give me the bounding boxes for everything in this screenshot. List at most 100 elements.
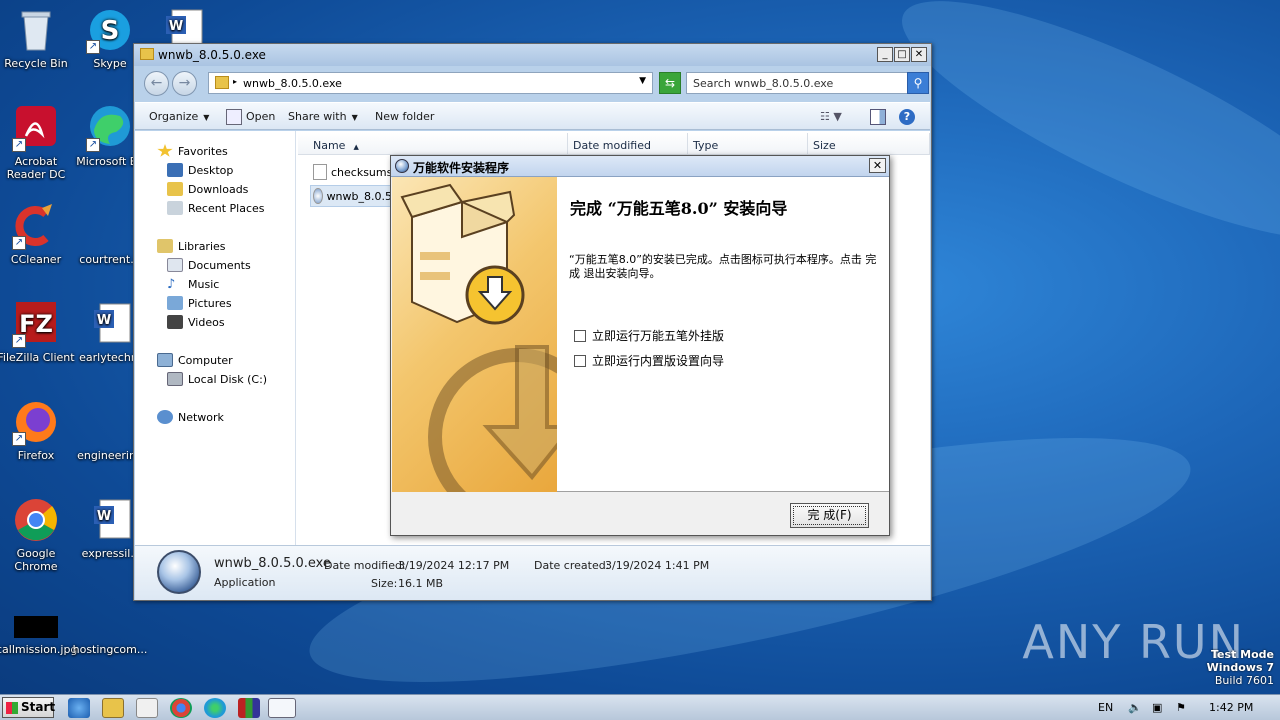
details-created-label: Date created: (534, 559, 610, 572)
refresh-button[interactable]: ⇆ (659, 72, 681, 94)
recent-places-icon (167, 201, 183, 215)
nav-label: Desktop (188, 163, 234, 177)
nav-item-recent-places[interactable]: Recent Places (167, 201, 265, 215)
firefox-icon: ↗ (12, 398, 60, 446)
desktop-icon-firefox[interactable]: ↗ Firefox (0, 398, 76, 462)
checkbox-box[interactable] (574, 329, 586, 342)
organize-label: Organize (149, 110, 199, 123)
checkbox-label: 立即运行内置版设置向导 (592, 354, 725, 368)
box-download-icon (400, 183, 557, 492)
nav-item-local-disk[interactable]: Local Disk (C:) (167, 372, 267, 386)
open-icon (226, 109, 242, 125)
organize-button[interactable]: Organize ▼ (149, 110, 209, 123)
nav-item-network[interactable]: Network (157, 410, 224, 424)
column-header-date-modified[interactable]: Date modified (568, 133, 688, 155)
nav-item-desktop[interactable]: Desktop (167, 163, 233, 177)
run-setup-wizard-checkbox[interactable]: 立即运行内置版设置向导 (574, 352, 724, 369)
shortcut-arrow-icon: ↗ (12, 138, 26, 152)
desktop-icon-label: hostingcom... (72, 643, 148, 656)
desktop-icon-label: expressil.r (81, 547, 139, 560)
close-button[interactable]: ✕ (911, 47, 927, 62)
nav-item-libraries[interactable]: Libraries (157, 239, 226, 253)
internet-explorer-icon[interactable] (68, 698, 90, 718)
desktop-icon-chrome[interactable]: Google Chrome (0, 496, 76, 573)
forward-button[interactable]: → (172, 71, 197, 96)
action-center-flag-icon[interactable]: ⚑ (1176, 701, 1186, 714)
desktop-icon-recycle-bin[interactable]: Recycle Bin (0, 6, 76, 70)
new-folder-button[interactable]: New folder (375, 110, 434, 123)
wizard-panel: 完成 “万能五笔8.0” 安装向导 “万能五笔8.0”的安装已完成。点击图标可执… (392, 177, 889, 492)
chrome-taskbar-icon[interactable] (170, 698, 192, 718)
nav-item-favorites[interactable]: Favorites (157, 144, 228, 158)
network-tray-icon[interactable]: ▣ (1152, 701, 1162, 714)
minimize-button[interactable]: _ (877, 47, 893, 62)
nav-item-pictures[interactable]: Pictures (167, 296, 232, 310)
finish-button[interactable]: 完 成(F) (790, 503, 869, 528)
desktop-icon-label: callmission.jpg (0, 643, 78, 656)
start-label: Start (21, 700, 56, 714)
desktop-icon-acrobat[interactable]: ↗ Acrobat Reader DC (0, 104, 76, 181)
desktop-icon-label: FileZilla Client (0, 351, 75, 364)
run-external-version-checkbox[interactable]: 立即运行万能五笔外挂版 (574, 327, 724, 344)
edge-icon: ↗ (86, 104, 134, 152)
view-options-icon[interactable]: ☷ ▼ (820, 110, 842, 123)
folder-icon (140, 48, 154, 60)
media-player-icon[interactable] (136, 698, 158, 718)
nav-label: Libraries (178, 239, 226, 253)
desktop-icon-callmission[interactable]: callmission.jpg (0, 612, 78, 656)
details-modified-value: 3/19/2024 12:17 PM (398, 559, 510, 572)
computer-icon (157, 353, 173, 367)
shortcut-arrow-icon: ↗ (86, 40, 100, 54)
nav-item-music[interactable]: ♪ Music (167, 277, 219, 292)
column-header-size[interactable]: Size (808, 133, 930, 155)
maximize-button[interactable]: □ (894, 47, 910, 62)
desktop-icon-filezilla[interactable]: FZ ↗ FileZilla Client (0, 300, 76, 364)
nav-label: Downloads (188, 182, 249, 196)
column-header-name[interactable]: Name ▲ (298, 133, 568, 155)
nav-item-computer[interactable]: Computer (157, 353, 233, 367)
wallpaper-streak (878, 0, 1280, 281)
volume-icon[interactable]: 🔈 (1128, 701, 1142, 714)
nav-item-videos[interactable]: Videos (167, 315, 225, 329)
explorer-taskbar-icon[interactable] (102, 698, 124, 718)
nav-label: Computer (178, 353, 233, 367)
shortcut-arrow-icon: ↗ (12, 334, 26, 348)
search-icon[interactable]: ⚲ (907, 72, 929, 94)
share-with-button[interactable]: Share with ▼ (288, 110, 358, 123)
acrobat-icon: ↗ (12, 104, 60, 152)
start-button[interactable]: Start (2, 697, 56, 718)
desktop-icon-ccleaner[interactable]: ↗ CCleaner (0, 202, 76, 266)
checkbox-box[interactable] (574, 354, 586, 367)
address-bar[interactable]: ▸ wnwb_8.0.5.0.exe ▼ (208, 72, 653, 94)
nav-item-documents[interactable]: Documents (167, 258, 251, 272)
file-row-selected[interactable]: wnwb_8.0.5 (310, 185, 395, 207)
nav-item-downloads[interactable]: Downloads (167, 182, 248, 196)
preview-pane-icon[interactable] (870, 109, 886, 125)
music-icon: ♪ (167, 277, 176, 292)
installer-taskbar-icon[interactable] (268, 698, 296, 718)
language-indicator[interactable]: EN (1098, 701, 1113, 714)
setup-wizard-dialog[interactable]: 万能软件安装程序 ✕ 完成 “万能五笔8.0” 安装向导 “万能五笔8.0”的安… (390, 155, 890, 536)
desktop-icon-hostingcom[interactable]: hostingcom... (70, 612, 150, 656)
svg-text:S: S (101, 16, 120, 46)
file-row[interactable]: checksums.t (313, 164, 400, 180)
back-button[interactable]: ← (144, 71, 169, 96)
column-header-type[interactable]: Type (688, 133, 808, 155)
edge-taskbar-icon[interactable] (204, 698, 226, 718)
open-button[interactable]: Open (246, 110, 275, 123)
help-icon[interactable]: ? (899, 109, 915, 125)
documents-icon (167, 258, 183, 272)
search-input[interactable]: Search wnwb_8.0.5.0.exe ⚲ (686, 72, 929, 94)
chevron-down-icon[interactable]: ▼ (639, 76, 646, 86)
network-icon (157, 410, 173, 424)
clock[interactable]: 1:42 PM (1209, 701, 1253, 714)
folder-icon (215, 76, 229, 89)
svg-text:W: W (97, 313, 111, 328)
dialog-title-bar[interactable]: 万能软件安装程序 ✕ (391, 156, 889, 177)
winrar-icon[interactable] (238, 698, 260, 718)
command-bar: Organize ▼ Open Share with ▼ New folder ☷ … (135, 102, 930, 130)
close-button[interactable]: ✕ (869, 158, 886, 173)
windows-logo-icon (6, 702, 18, 714)
desktop-icon-label: Firefox (17, 449, 55, 462)
title-bar[interactable]: wnwb_8.0.5.0.exe _ □ ✕ (134, 44, 931, 66)
